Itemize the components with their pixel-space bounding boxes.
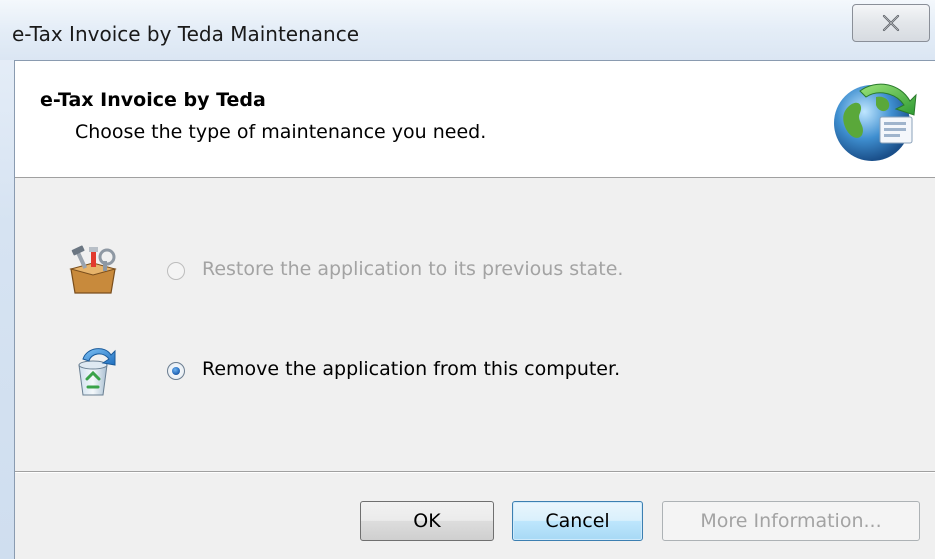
header-panel: e-Tax Invoice by Teda Choose the type of… xyxy=(15,61,935,178)
window-title: e-Tax Invoice by Teda Maintenance xyxy=(12,22,360,46)
dialog-window: e-Tax Invoice by Teda Maintenance e-Tax … xyxy=(0,0,935,559)
close-button[interactable] xyxy=(852,4,930,42)
remove-radio[interactable] xyxy=(167,362,185,380)
close-icon xyxy=(882,14,900,32)
restore-option-label[interactable]: Restore the application to its previous … xyxy=(202,258,623,280)
remove-option-label[interactable]: Remove the application from this compute… xyxy=(202,358,620,380)
cancel-button[interactable]: Cancel xyxy=(512,501,643,541)
title-bar[interactable]: e-Tax Invoice by Teda Maintenance xyxy=(0,0,935,60)
dialog-content: e-Tax Invoice by Teda Choose the type of… xyxy=(14,60,935,559)
restore-radio[interactable] xyxy=(167,262,185,280)
footer-separator xyxy=(15,471,935,473)
ok-button[interactable]: OK xyxy=(360,501,494,541)
header-title: e-Tax Invoice by Teda xyxy=(40,89,266,111)
toolbox-icon xyxy=(69,245,117,294)
option-remove: Remove the application from this compute… xyxy=(15,341,915,401)
more-information-button[interactable]: More Information... xyxy=(662,501,920,541)
globe-setup-icon xyxy=(834,83,917,161)
option-restore: Restore the application to its previous … xyxy=(15,241,915,301)
recycle-bin-icon xyxy=(78,348,116,396)
header-subtitle: Choose the type of maintenance you need. xyxy=(75,121,487,143)
